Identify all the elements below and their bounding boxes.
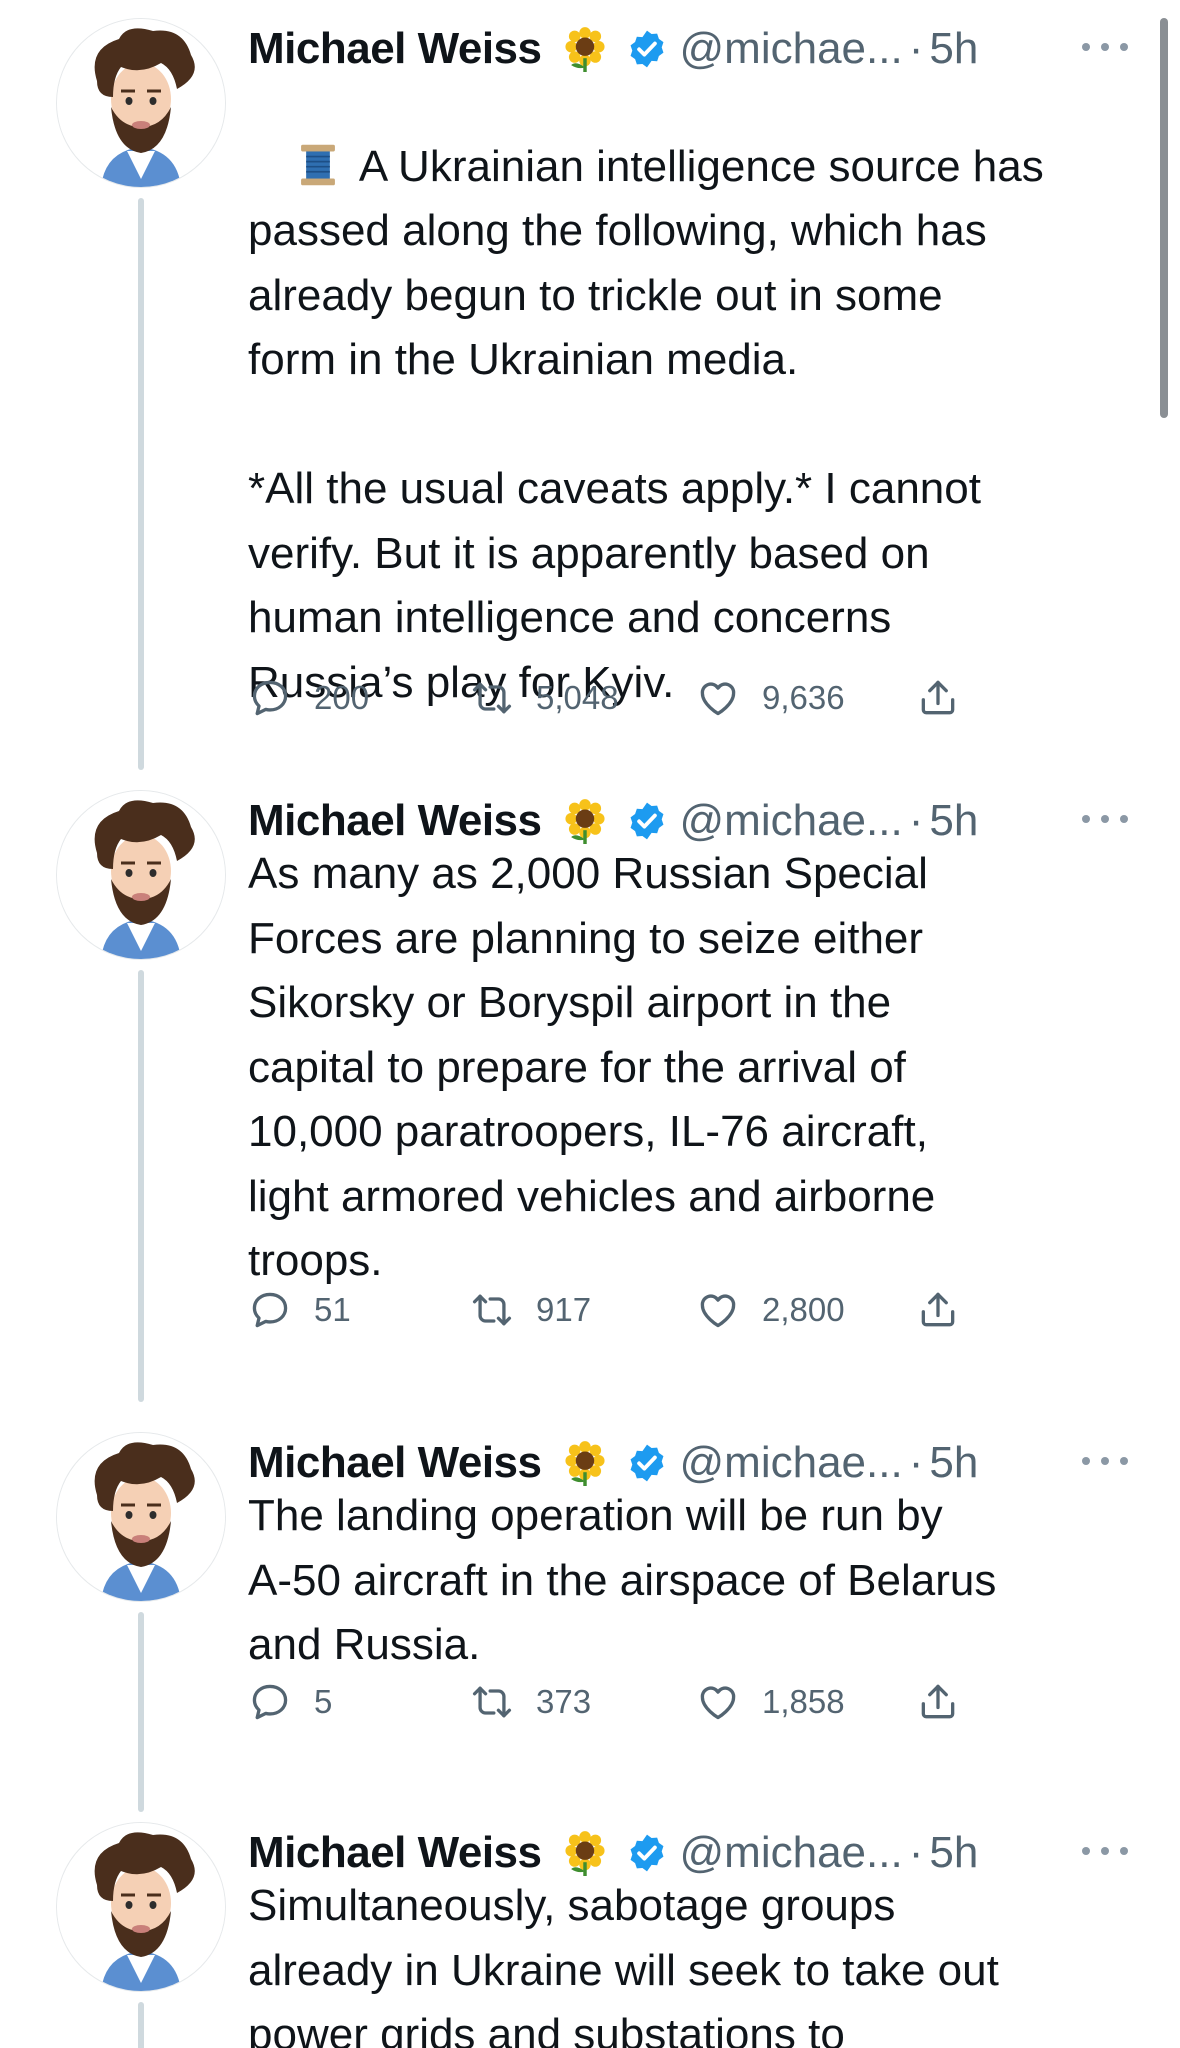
thread-line xyxy=(138,970,144,1402)
separator-dot: · xyxy=(908,24,924,73)
share-icon xyxy=(921,680,955,715)
author-handle[interactable]: @michae... xyxy=(680,796,903,846)
tweet[interactable]: Michael Weiss @michae... · 5h Simultaneo… xyxy=(0,1822,1180,2048)
retweet-count: 373 xyxy=(536,1683,592,1720)
avatar[interactable] xyxy=(56,1432,226,1602)
timestamp[interactable]: 5h xyxy=(929,1438,978,1488)
author-name[interactable]: Michael Weiss xyxy=(248,796,542,846)
verified-badge-icon xyxy=(630,30,663,68)
share-button[interactable] xyxy=(916,1280,960,1340)
retweet-icon xyxy=(472,682,512,714)
retweet-icon xyxy=(472,1686,512,1718)
reply-button[interactable]: 5 xyxy=(248,1672,332,1732)
reply-icon xyxy=(252,1684,288,1720)
more-icon[interactable] xyxy=(1082,1446,1128,1476)
share-icon xyxy=(921,1292,955,1327)
tweet-text: As many as 2,000 Russian Special Forces … xyxy=(248,849,936,1285)
tweet-actions: 51 917 2,800 xyxy=(248,1280,1008,1340)
timestamp[interactable]: 5h xyxy=(929,796,978,846)
thread-line xyxy=(138,1612,144,1812)
share-icon xyxy=(921,1684,955,1719)
separator-dot: · xyxy=(908,1438,924,1487)
retweet-icon xyxy=(472,1294,512,1326)
like-count: 9,636 xyxy=(762,679,845,716)
like-button[interactable]: 9,636 xyxy=(696,668,845,728)
like-icon xyxy=(700,1294,736,1328)
more-icon[interactable] xyxy=(1082,32,1128,62)
tweet[interactable]: Michael Weiss @michae... · 5h A Ukrainia… xyxy=(0,18,1180,770)
tweet-text: Simultaneously, sabotage groups already … xyxy=(248,1881,999,2048)
reply-count: 5 xyxy=(314,1683,333,1720)
tweet[interactable]: Michael Weiss @michae... · 5h As many as… xyxy=(0,790,1180,1440)
like-icon xyxy=(700,682,736,716)
verified-badge-icon xyxy=(630,802,663,840)
reply-icon xyxy=(252,680,288,716)
tweet[interactable]: Michael Weiss @michae... · 5h The landin… xyxy=(0,1432,1180,1812)
thread-line xyxy=(138,2002,144,2048)
retweet-button[interactable]: 373 xyxy=(470,1672,591,1732)
more-icon[interactable] xyxy=(1082,1836,1128,1866)
author-handle[interactable]: @michae... xyxy=(680,24,903,74)
reply-count: 200 xyxy=(314,679,370,716)
sunflower-icon xyxy=(564,799,605,844)
like-button[interactable]: 2,800 xyxy=(696,1280,845,1340)
tweet-actions: 200 5,048 9,636 xyxy=(248,668,1008,728)
verified-badge-icon xyxy=(630,1834,663,1872)
tweet-actions: 5 373 1,858 xyxy=(248,1672,1008,1732)
scrollbar[interactable] xyxy=(1160,18,1168,418)
retweet-button[interactable]: 5,048 xyxy=(470,668,619,728)
like-count: 1,858 xyxy=(762,1683,845,1720)
share-button[interactable] xyxy=(916,1672,960,1732)
retweet-button[interactable]: 917 xyxy=(470,1280,591,1340)
separator-dot: · xyxy=(908,1828,924,1877)
reply-icon xyxy=(252,1292,288,1328)
author-name[interactable]: Michael Weiss xyxy=(248,1828,542,1878)
author-handle[interactable]: @michae... xyxy=(680,1828,903,1878)
tweet-body: A Ukrainian intelligence source has pass… xyxy=(248,141,1044,707)
thread-line xyxy=(138,198,144,770)
retweet-count: 5,048 xyxy=(536,679,619,716)
tweet-text: The landing operation will be run by A-5… xyxy=(248,1491,997,1669)
timestamp[interactable]: 5h xyxy=(929,1828,978,1878)
like-icon xyxy=(700,1686,736,1720)
like-button[interactable]: 1,858 xyxy=(696,1672,845,1732)
verified-badge-icon xyxy=(630,1444,663,1482)
reply-button[interactable]: 200 xyxy=(248,668,369,728)
avatar[interactable] xyxy=(56,790,226,960)
sunflower-icon xyxy=(564,1441,605,1486)
sunflower-icon xyxy=(564,1831,605,1876)
reply-count: 51 xyxy=(314,1291,351,1328)
reply-button[interactable]: 51 xyxy=(248,1280,351,1340)
retweet-count: 917 xyxy=(536,1291,592,1328)
share-button[interactable] xyxy=(916,668,960,728)
author-handle[interactable]: @michae... xyxy=(680,1438,903,1488)
timestamp[interactable]: 5h xyxy=(929,24,978,74)
like-count: 2,800 xyxy=(762,1291,845,1328)
author-name[interactable]: Michael Weiss xyxy=(248,24,542,74)
separator-dot: · xyxy=(908,796,924,845)
avatar[interactable] xyxy=(56,18,226,188)
more-icon[interactable] xyxy=(1082,804,1128,834)
sunflower-icon xyxy=(564,27,605,72)
thread-spool-icon xyxy=(300,144,335,185)
author-name[interactable]: Michael Weiss xyxy=(248,1438,542,1488)
avatar[interactable] xyxy=(56,1822,226,1992)
